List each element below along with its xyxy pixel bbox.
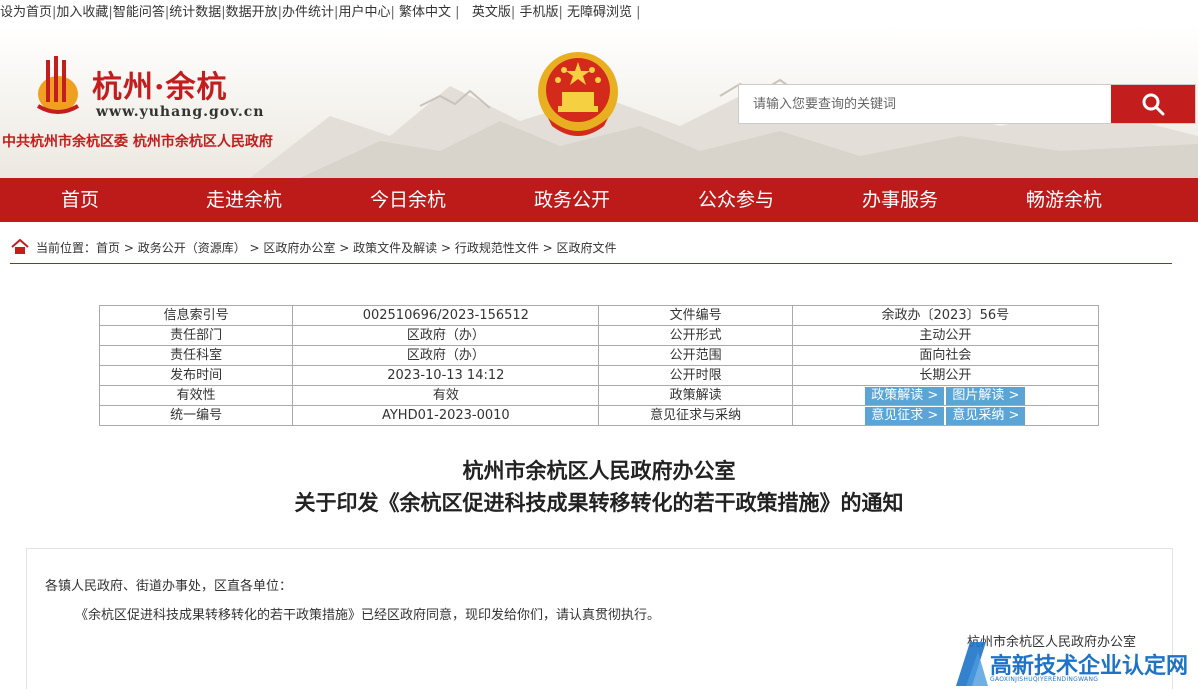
date-value: 2023-10-13 14:12 bbox=[292, 365, 600, 386]
statistics-link[interactable]: 统计数据 bbox=[169, 5, 221, 20]
header-subtitle: 中共杭州市余杭区委 杭州市余杭区人民政府 bbox=[2, 134, 273, 150]
dept-value: 区政府（办） bbox=[292, 325, 600, 346]
document-info-table: 信息索引号 002510696/2023-156512 文件编号 余政办〔202… bbox=[98, 305, 1100, 426]
yuhang-logo-icon bbox=[36, 56, 80, 114]
breadcrumb-policy-docs[interactable]: 政策文件及解读 bbox=[353, 241, 437, 255]
interp-label: 政策解读 bbox=[598, 385, 793, 406]
scope-label: 公开范围 bbox=[598, 345, 793, 366]
document-title-line1: 杭州市余杭区人民政府办公室 bbox=[462, 459, 736, 483]
breadcrumb-home[interactable]: 首页 bbox=[96, 241, 120, 255]
office-value: 区政府（办） bbox=[292, 345, 600, 366]
top-utility-bar: 设为首页|加入收藏|智能问答|统计数据|数据开放|办件统计|用户中心| 繁体中文… bbox=[0, 5, 641, 20]
date-label: 发布时间 bbox=[98, 365, 294, 386]
document-title-line2: 关于印发《余杭区促进科技成果转移转化的若干政策措施》的通知 bbox=[294, 491, 904, 515]
valid-label: 有效性 bbox=[98, 385, 294, 406]
valid-value: 有效 bbox=[292, 385, 600, 406]
greeting-text: 各镇人民政府、街道办事处，区直各单位： bbox=[45, 579, 293, 594]
watermark-subtext: GAOXINJISHUQIYERENDINGWANG bbox=[990, 676, 1099, 683]
search-box bbox=[738, 84, 1196, 124]
period-value: 长期公开 bbox=[791, 365, 1100, 386]
office-label: 责任科室 bbox=[98, 345, 294, 366]
opinion-solicit-button[interactable]: 意见征求 > bbox=[865, 407, 945, 425]
logo-url: www.yuhang.gov.cn bbox=[96, 104, 265, 120]
nav-government-affairs[interactable]: 政务公开 bbox=[488, 178, 656, 222]
breadcrumb-normative-docs[interactable]: 行政规范性文件 bbox=[455, 241, 539, 255]
policy-interpretation-button[interactable]: 政策解读 > bbox=[865, 387, 945, 405]
scope-value: 面向社会 bbox=[791, 345, 1100, 366]
docno-value: 余政办〔2023〕56号 bbox=[791, 305, 1100, 326]
mobile-link[interactable]: 手机版 bbox=[519, 5, 558, 20]
search-input[interactable] bbox=[739, 85, 1113, 123]
nav-today-yuhang[interactable]: 今日余杭 bbox=[328, 178, 488, 222]
main-navigation: 首页 走进余杭 今日余杭 政务公开 公众参与 办事服务 畅游余杭 bbox=[0, 178, 1198, 222]
opinion-label: 意见征求与采纳 bbox=[598, 405, 793, 426]
opinion-adopt-button[interactable]: 意见采纳 > bbox=[946, 407, 1026, 425]
breadcrumb: 当前位置：首页 > 政务公开（资源库） > 区政府办公室 > 政策文件及解读 >… bbox=[10, 232, 1172, 264]
breadcrumb-district-docs[interactable]: 区政府文件 bbox=[557, 241, 617, 255]
service-stats-link[interactable]: 办件统计 bbox=[282, 5, 334, 20]
national-emblem-icon bbox=[538, 52, 618, 136]
set-homepage-link[interactable]: 设为首页 bbox=[0, 5, 52, 20]
form-value: 主动公开 bbox=[791, 325, 1100, 346]
user-center-link[interactable]: 用户中心 bbox=[338, 5, 390, 20]
table-row: 有效性 有效 政策解读 政策解读 > 图片解读 > bbox=[98, 385, 1100, 406]
index-label: 信息索引号 bbox=[98, 305, 294, 326]
site-header: 杭州·余杭 www.yuhang.gov.cn 中共杭州市余杭区委 杭州市余杭区… bbox=[0, 26, 1198, 178]
interp-cell: 政策解读 > 图片解读 > bbox=[791, 385, 1100, 406]
table-row: 发布时间 2023-10-13 14:12 公开时限 长期公开 bbox=[98, 365, 1100, 386]
form-label: 公开形式 bbox=[598, 325, 793, 346]
index-value: 002510696/2023-156512 bbox=[292, 305, 600, 326]
open-data-link[interactable]: 数据开放 bbox=[226, 5, 278, 20]
english-link[interactable]: 英文版 bbox=[472, 5, 511, 20]
table-row: 统一编号 AYHD01-2023-0010 意见征求与采纳 意见征求 > 意见采纳… bbox=[98, 405, 1100, 426]
breadcrumb-prefix: 当前位置： bbox=[36, 241, 97, 255]
breadcrumb-gov-affairs[interactable]: 政务公开（资源库） bbox=[138, 241, 246, 255]
nav-tourism[interactable]: 畅游余杭 bbox=[984, 178, 1144, 222]
period-label: 公开时限 bbox=[598, 365, 793, 386]
body-paragraph: 《余杭区促进科技成果转移转化的若干政策措施》已经区政府同意，现印发给你们，请认真… bbox=[75, 608, 661, 623]
docno-label: 文件编号 bbox=[598, 305, 793, 326]
search-icon bbox=[1142, 93, 1165, 116]
dept-label: 责任部门 bbox=[98, 325, 294, 346]
breadcrumb-district-office[interactable]: 区政府办公室 bbox=[263, 241, 335, 255]
logo-title: 杭州·余杭 bbox=[92, 70, 228, 105]
add-favorite-link[interactable]: 加入收藏 bbox=[56, 5, 108, 20]
code-value: AYHD01-2023-0010 bbox=[292, 405, 600, 426]
nav-home[interactable]: 首页 bbox=[0, 178, 160, 222]
table-row: 责任部门 区政府（办） 公开形式 主动公开 bbox=[98, 325, 1100, 346]
traditional-chinese-link[interactable]: 繁体中文 bbox=[399, 5, 451, 20]
nav-services[interactable]: 办事服务 bbox=[816, 178, 984, 222]
code-label: 统一编号 bbox=[98, 405, 294, 426]
search-button[interactable] bbox=[1111, 85, 1195, 123]
document-title: 杭州市余杭区人民政府办公室 关于印发《余杭区促进科技成果转移转化的若干政策措施》… bbox=[0, 455, 1198, 519]
table-row: 信息索引号 002510696/2023-156512 文件编号 余政办〔202… bbox=[98, 305, 1100, 326]
location-home-icon bbox=[11, 238, 29, 254]
nav-public-participation[interactable]: 公众参与 bbox=[656, 178, 816, 222]
image-interpretation-button[interactable]: 图片解读 > bbox=[946, 387, 1026, 405]
nav-about-yuhang[interactable]: 走进余杭 bbox=[160, 178, 328, 222]
table-row: 责任科室 区政府（办） 公开范围 面向社会 bbox=[98, 345, 1100, 366]
smart-qa-link[interactable]: 智能问答 bbox=[113, 5, 165, 20]
opinion-cell: 意见征求 > 意见采纳 > bbox=[791, 405, 1100, 426]
accessibility-link[interactable]: 无障碍浏览 bbox=[567, 5, 632, 20]
